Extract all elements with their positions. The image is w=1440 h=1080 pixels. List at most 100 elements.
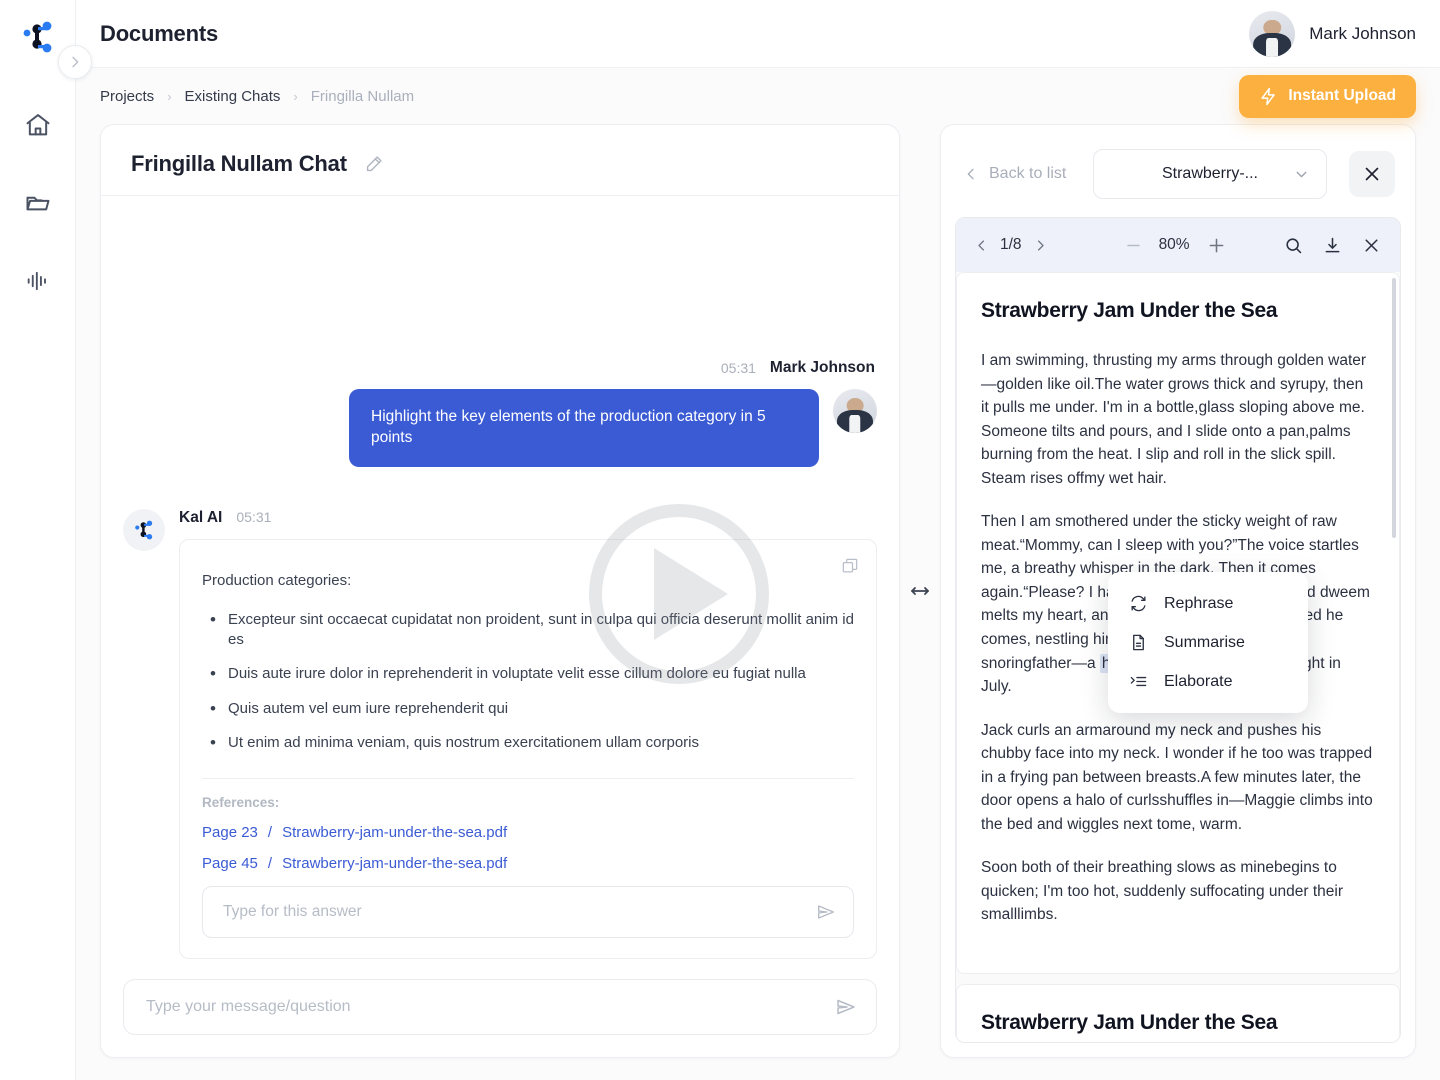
pdf-zoom-in-button[interactable] [1206, 235, 1227, 256]
ai-message-meta: Kal AI 05:31 [179, 509, 877, 527]
reference-page[interactable]: Page 45 [202, 855, 258, 872]
kal-logo-icon[interactable] [20, 18, 56, 61]
sidebar-item-projects[interactable] [18, 183, 58, 223]
send-icon[interactable] [815, 901, 837, 923]
instant-upload-button[interactable]: Instant Upload [1239, 74, 1416, 118]
reference-file[interactable]: Strawberry-jam-under-the-sea.pdf [282, 824, 507, 841]
ai-answer-lead: Production categories: [202, 571, 352, 589]
send-icon[interactable] [834, 995, 858, 1019]
reference-separator: / [267, 855, 273, 872]
pdf-paragraph: Jack curls an armaround my neck and push… [981, 721, 1373, 833]
context-menu-label: Elaborate [1164, 672, 1233, 690]
context-menu-item-summarise[interactable]: Summarise [1108, 623, 1308, 662]
context-menu-item-rephrase[interactable]: Rephrase [1108, 584, 1308, 623]
references-title: References: [202, 795, 280, 810]
list-item: Ut enim ad minima veniam, quis nostrum e… [202, 726, 854, 760]
chat-header: Fringilla Nullam Chat [101, 125, 899, 196]
chevron-left-icon [978, 239, 985, 251]
folder-icon [26, 196, 49, 211]
topbar: Documents Mark Johnson [76, 0, 1440, 68]
reference-file[interactable]: Strawberry-jam-under-the-sea.pdf [282, 855, 507, 872]
pdf-heading: Strawberry Jam Under the Sea [981, 1011, 1278, 1035]
close-icon [1365, 238, 1378, 252]
document-panel-header: Back to list Strawberry-... [941, 125, 1415, 217]
pdf-paragraph: I am swimming, thrusting my arms through… [981, 352, 1367, 487]
pdf-next-page-button[interactable] [1033, 238, 1048, 253]
ai-message-author: Kal AI [179, 508, 223, 526]
context-menu-label: Summarise [1164, 633, 1245, 651]
sidebar [0, 0, 92, 1080]
refresh-icon [1128, 594, 1148, 613]
sidebar-collapse-toggle[interactable] [58, 45, 92, 79]
user-message-meta: 05:31 Mark Johnson [721, 359, 877, 377]
pdf-search-button[interactable] [1283, 235, 1304, 256]
close-panel-button[interactable] [1349, 151, 1395, 197]
horizontal-resize-icon [911, 587, 929, 595]
ai-message-time: 05:31 [236, 508, 272, 525]
breadcrumb-bar: Projects › Existing Chats › Fringilla Nu… [76, 68, 1440, 124]
chat-panel: Fringilla Nullam Chat 05:31 Mark Johnson [100, 124, 900, 1058]
ai-message-card: Production categories: Excepteur sint oc… [179, 538, 877, 959]
pdf-paragraph: Soon both of their breathing slows as mi… [981, 859, 1343, 924]
user-name: Mark Johnson [1309, 23, 1416, 43]
chat-body: 05:31 Mark Johnson Highlight the key ele… [101, 196, 899, 965]
breadcrumb-item-existing-chats[interactable]: Existing Chats [185, 88, 281, 105]
chevron-left-icon [967, 168, 974, 180]
instant-upload-label: Instant Upload [1288, 87, 1396, 104]
pdf-content-scroll[interactable]: Strawberry Jam Under the Sea I am swimmi… [956, 272, 1400, 1042]
answer-input[interactable] [223, 903, 815, 921]
breadcrumb-separator: › [167, 88, 172, 104]
reference-page[interactable]: Page 23 [202, 824, 258, 841]
panel-resize-handle[interactable] [900, 124, 940, 1058]
breadcrumb: Projects › Existing Chats › Fringilla Nu… [100, 88, 414, 105]
pdf-close-button[interactable] [1361, 235, 1382, 256]
pdf-download-button[interactable] [1322, 235, 1343, 256]
reference-row[interactable]: Page 23 / Strawberry-jam-under-the-sea.p… [202, 824, 854, 841]
copy-icon[interactable] [840, 556, 860, 576]
context-menu-item-elaborate[interactable]: Elaborate [1108, 662, 1308, 701]
list-icon [1128, 672, 1148, 691]
chat-footer [101, 965, 899, 1057]
pdf-toolbar: 1/8 80% [956, 218, 1400, 272]
back-to-list-button[interactable]: Back to list [963, 165, 1066, 183]
message-input-wrapper[interactable] [123, 979, 877, 1035]
breadcrumb-item-current: Fringilla Nullam [310, 87, 415, 105]
message-input[interactable] [146, 998, 834, 1016]
reference-row[interactable]: Page 45 / Strawberry-jam-under-the-sea.p… [202, 855, 854, 872]
chat-title: Fringilla Nullam Chat [131, 151, 347, 176]
sidebar-item-insights[interactable] [18, 261, 58, 301]
breadcrumb-separator: › [293, 88, 298, 104]
chevron-down-icon [1293, 166, 1310, 183]
sidebar-item-home[interactable] [18, 105, 58, 145]
pdf-scrollbar[interactable] [1392, 278, 1396, 538]
pdf-page-nav: 1/8 [974, 236, 1048, 254]
avatar [1249, 10, 1296, 57]
document-selector[interactable]: Strawberry-... [1093, 149, 1327, 199]
pdf-zoom-level: 80% [1158, 236, 1190, 253]
minus-icon [1126, 244, 1140, 246]
user-menu[interactable]: Mark Johnson [1249, 10, 1416, 57]
pdf-viewer: 1/8 80% Strawberry Jam Under the Sea I a… [955, 217, 1401, 1043]
pencil-icon[interactable] [363, 153, 385, 175]
pdf-tools [1283, 235, 1382, 256]
pdf-heading: Strawberry Jam Under the Sea [981, 299, 1278, 322]
main-area: Documents Mark Johnson Projects › Existi… [76, 0, 1440, 1080]
app-root: Documents Mark Johnson Projects › Existi… [0, 0, 1440, 1080]
context-menu-label: Rephrase [1164, 594, 1234, 612]
chevron-right-icon [72, 56, 79, 68]
search-icon [1286, 237, 1302, 253]
back-to-list-label: Back to list [989, 165, 1067, 182]
close-icon [1365, 167, 1379, 181]
bolt-icon [1261, 87, 1276, 105]
kal-logo-icon [123, 508, 165, 551]
document-icon [1128, 633, 1148, 652]
user-message-bubble: Highlight the key elements of the produc… [349, 388, 819, 467]
breadcrumb-item-projects[interactable]: Projects [100, 88, 154, 105]
pdf-prev-page-button[interactable] [974, 238, 989, 253]
pdf-page-indicator: 1/8 [1000, 236, 1022, 253]
reference-separator: / [267, 824, 273, 841]
waveform-icon [27, 271, 46, 291]
user-message: 05:31 Mark Johnson Highlight the key ele… [123, 359, 877, 467]
pdf-zoom-out-button[interactable] [1124, 236, 1143, 255]
answer-input-wrapper[interactable] [202, 886, 854, 938]
